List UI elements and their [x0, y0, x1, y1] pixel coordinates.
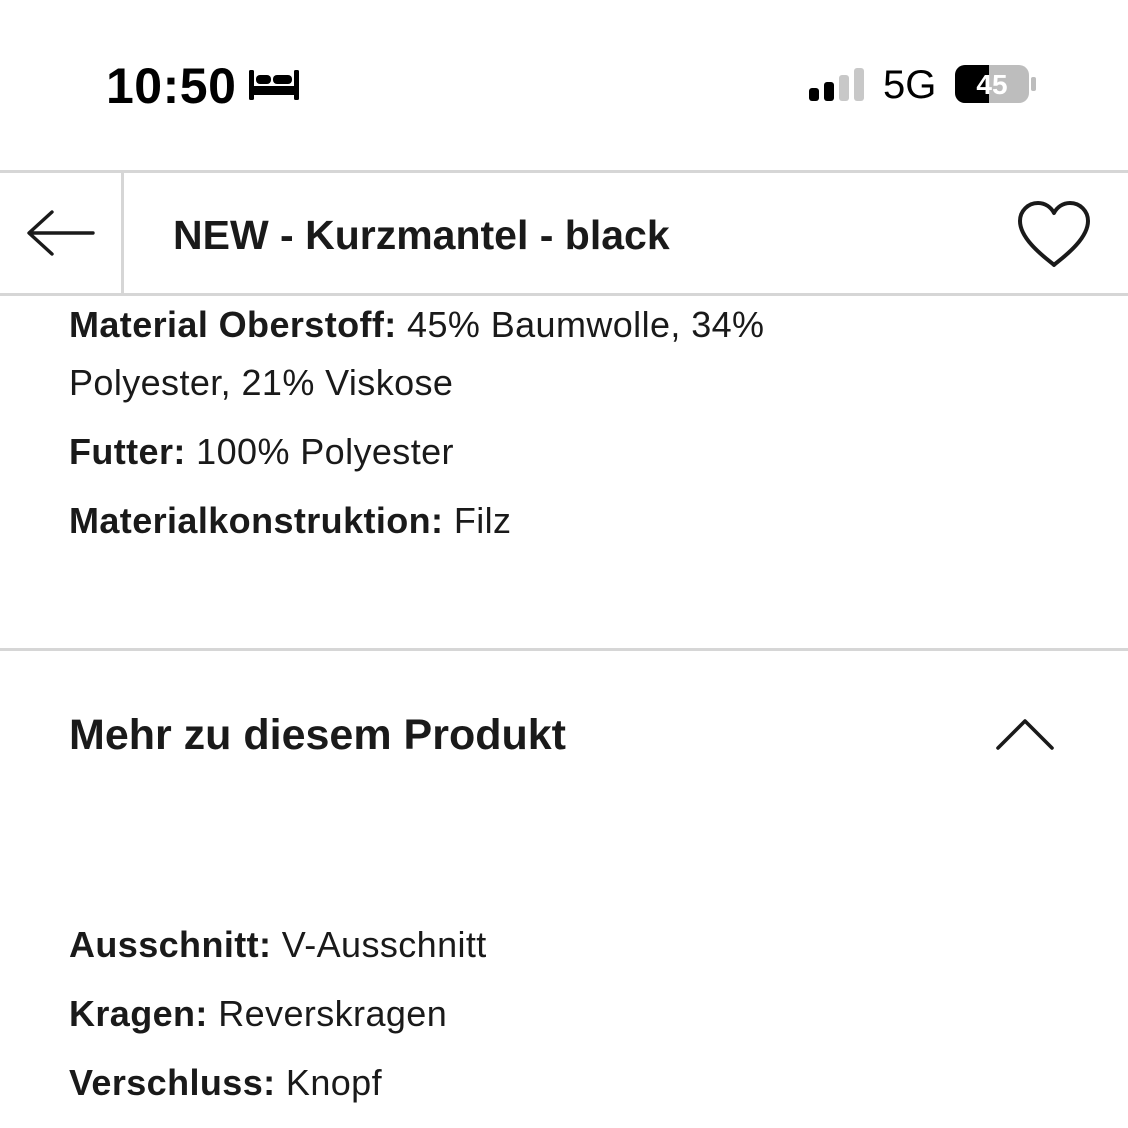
attribute-row: Ausschnitt: V-Ausschnitt — [69, 916, 487, 974]
product-header: NEW - Kurzmantel - black — [0, 170, 1128, 296]
page-title: NEW - Kurzmantel - black — [173, 212, 670, 258]
material-oberstoff-value: 45% Baumwolle, 34% — [396, 304, 765, 345]
materialkonstruktion-label: Materialkonstruktion: — [69, 500, 444, 541]
heart-icon[interactable] — [1014, 199, 1094, 271]
futter-value: 100% Polyester — [185, 431, 454, 472]
attribute-value: V-Ausschnitt — [271, 924, 487, 965]
futter-label: Futter: — [69, 431, 186, 472]
back-button[interactable] — [0, 173, 124, 293]
arrow-left-icon — [26, 210, 95, 256]
attribute-label: Kragen: — [69, 993, 208, 1034]
status-time: 10:50 — [106, 58, 237, 114]
materialkonstruktion-value: Filz — [443, 500, 512, 541]
material-oberstoff-line-2: Polyester, 21% Viskose — [69, 354, 453, 412]
section-divider — [0, 648, 1128, 651]
materialkonstruktion-line: Materialkonstruktion: Filz — [69, 492, 511, 550]
attribute-value: Knopf — [275, 1062, 382, 1103]
battery-level: 45 — [976, 69, 1007, 100]
attribute-row: Kragen: Reverskragen — [69, 985, 447, 1043]
chevron-up-icon[interactable] — [994, 714, 1056, 754]
material-oberstoff-line: Material Oberstoff: 45% Baumwolle, 34% — [69, 296, 764, 354]
attribute-label: Verschluss: — [69, 1062, 276, 1103]
attribute-value: Reverskragen — [207, 993, 448, 1034]
battery-icon: 45 — [955, 65, 1036, 103]
more-section-title[interactable]: Mehr zu diesem Produkt — [69, 708, 566, 762]
attribute-label: Ausschnitt: — [69, 924, 272, 965]
material-oberstoff-value-continued: Polyester, 21% Viskose — [69, 362, 454, 403]
status-bar: 10:50 5G 45 — [0, 0, 1128, 170]
futter-line: Futter: 100% Polyester — [69, 423, 454, 481]
attribute-row: Verschluss: Knopf — [69, 1054, 382, 1112]
bed-icon — [249, 70, 299, 100]
material-oberstoff-label: Material Oberstoff: — [69, 304, 397, 345]
cellular-signal-icon — [809, 68, 864, 101]
network-type: 5G — [883, 63, 937, 107]
